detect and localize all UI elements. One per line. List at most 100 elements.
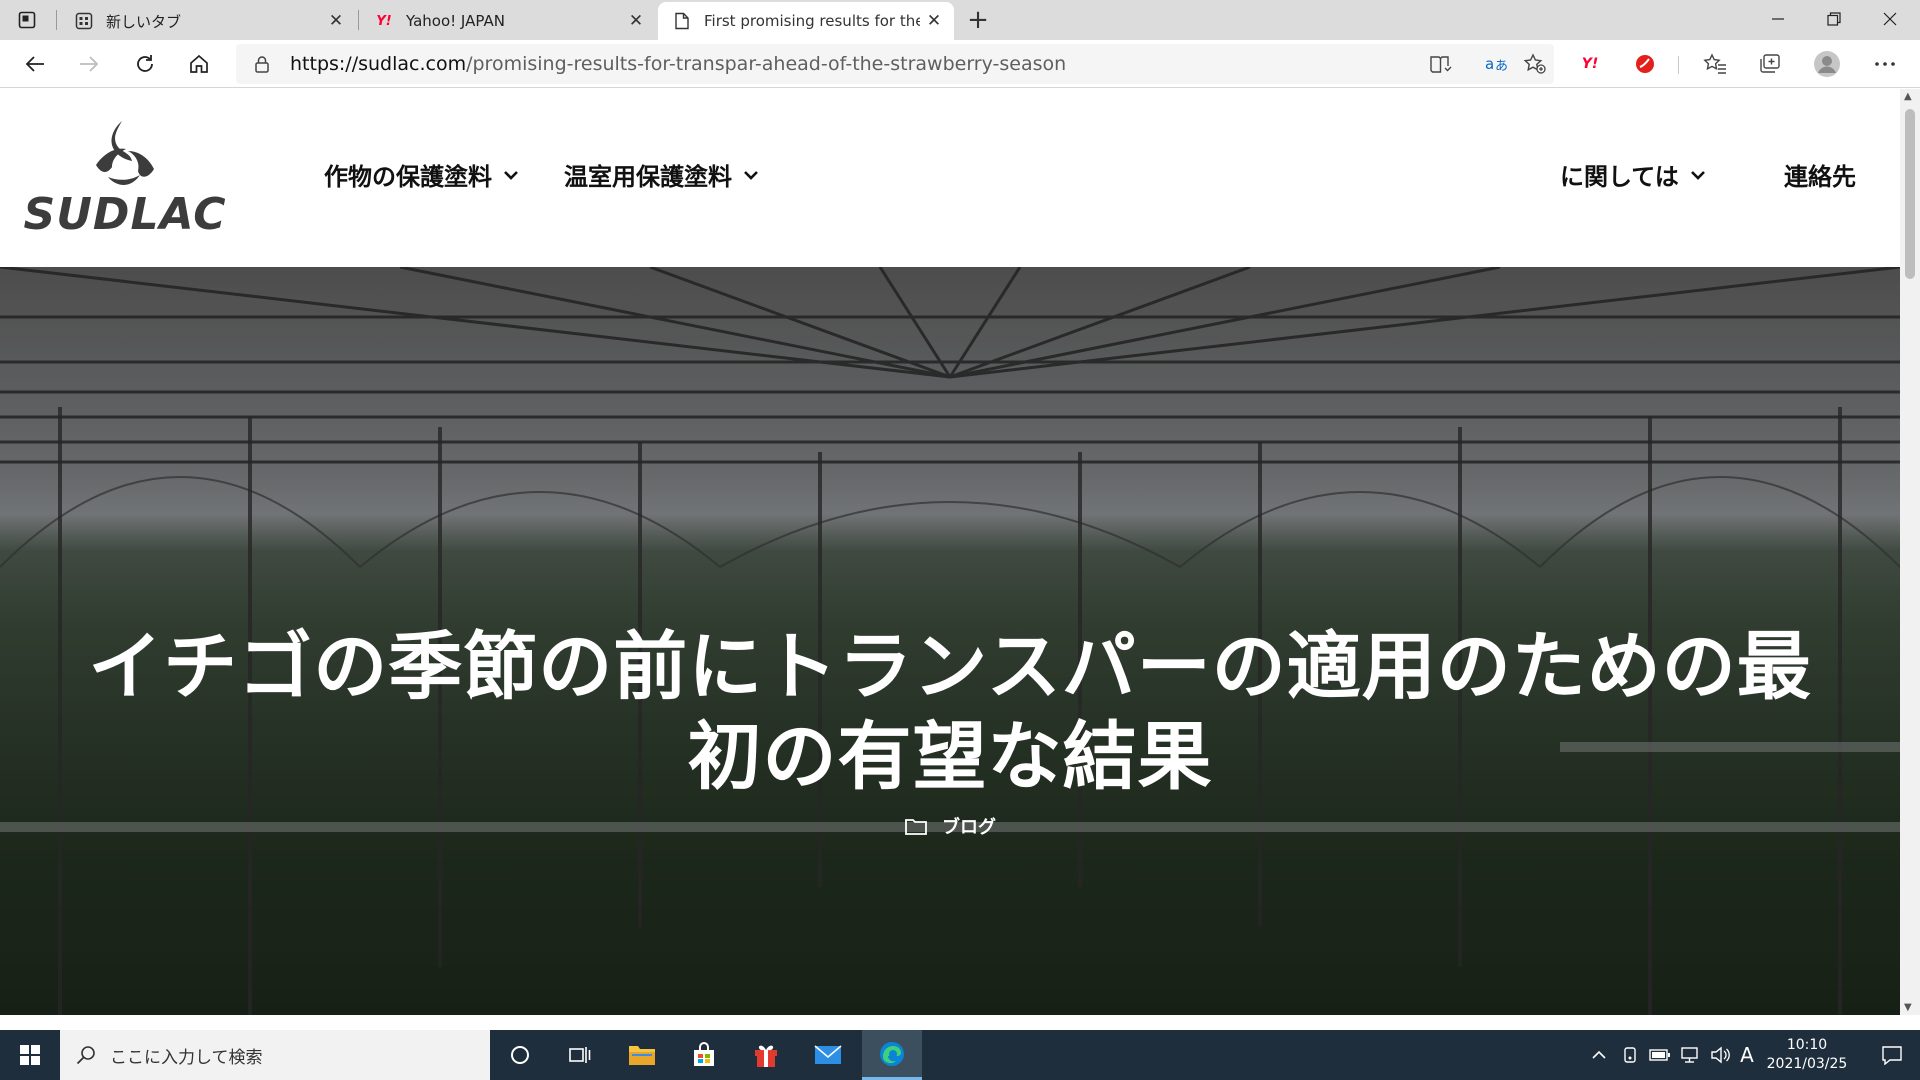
action-center-button[interactable] [1864,1030,1920,1080]
new-tab-button[interactable]: + [964,5,992,35]
translate-icon: aあ [1485,55,1508,74]
task-view-icon [569,1047,591,1063]
yahoo-extension-button[interactable]: Y! [1575,50,1605,78]
translate-button[interactable]: aあ [1482,50,1512,78]
chevron-down-icon [742,166,760,184]
restore-button[interactable] [1806,0,1862,38]
scroll-down-arrow-icon[interactable]: ▼ [1904,1002,1912,1013]
cortana-button[interactable] [490,1030,550,1080]
svg-text:あ: あ [1495,59,1508,74]
usb-device-icon [1624,1047,1636,1063]
gift-icon [755,1045,777,1067]
tab-separator [358,10,359,30]
tab-strip: 新しいタブ ✕ Y! Yahoo! JAPAN ✕ First promisin… [0,0,1920,40]
article-title: イチゴの季節の前にトランスパーの適用のための最 初の有望な結果 [30,622,1870,802]
taskbar-clock[interactable]: 10:10 2021/03/25 [1752,1036,1862,1074]
tab-close-button[interactable]: ✕ [920,7,948,35]
task-view-button[interactable] [550,1030,610,1080]
toolbar-divider [1678,56,1679,74]
profile-button[interactable] [1812,50,1842,78]
new-tab-page-icon [74,11,94,31]
taskbar-search-box[interactable]: ここに入力して検索 [60,1030,490,1080]
refresh-button[interactable] [128,48,162,80]
chevron-down-icon [502,166,520,184]
clock-date: 2021/03/25 [1766,1056,1848,1072]
hero-banner: イチゴの季節の前にトランスパーの適用のための最 初の有望な結果 ブログ [0,267,1900,1015]
scrollbar-thumb[interactable] [1905,109,1915,279]
gift-app-button[interactable] [736,1030,796,1080]
article-category: ブログ [0,813,1900,839]
scroll-up-arrow-icon[interactable]: ▲ [1904,91,1912,102]
battery-status-button[interactable] [1646,1030,1674,1080]
store-bag-icon [694,1042,714,1066]
settings-menu-button[interactable] [1870,50,1900,78]
nav-greenhouse-coatings[interactable]: 温室用保護塗料 [564,157,760,192]
page-scrollbar[interactable]: ▲ ▼ [1900,89,1920,1015]
start-button[interactable] [0,1030,60,1080]
volume-button[interactable] [1706,1030,1734,1080]
home-icon [190,54,208,73]
back-button[interactable] [18,48,52,80]
immersive-reader-button[interactable] [1426,50,1456,78]
forward-button[interactable] [72,48,106,80]
site-header: SUDLAC 作物の保護塗料 温室用保護塗料 に関しては 連絡先 [0,89,1900,267]
restore-icon [1827,12,1841,26]
clock-time: 10:10 [1786,1037,1828,1053]
browser-toolbar: https://sudlac.com/promising-results-for… [0,40,1920,88]
close-window-button[interactable] [1862,0,1918,38]
sudlac-logo-link[interactable]: SUDLAC [22,119,228,243]
arrow-right-icon [80,56,99,72]
tab-title: First promising results for the ap [704,12,920,30]
nav-about[interactable]: に関しては [1560,157,1707,192]
category-link-blog[interactable]: ブログ [942,813,996,839]
tab-sudlac-article[interactable]: First promising results for the ap ✕ [658,2,954,40]
network-status-button[interactable] [1676,1030,1706,1080]
address-bar[interactable]: https://sudlac.com/promising-results-for… [236,44,1554,84]
page-icon [672,11,692,31]
minimize-button[interactable] [1750,0,1806,38]
add-favorite-button[interactable] [1520,50,1550,78]
chevron-up-icon [1592,1050,1606,1059]
extension-icon [1636,55,1654,73]
favorites-icon [1703,53,1726,74]
tab-yahoo[interactable]: Y! Yahoo! JAPAN ✕ [360,2,656,40]
tray-device-button[interactable] [1616,1030,1644,1080]
battery-icon [1649,1049,1670,1061]
nav-label: に関しては [1560,163,1679,191]
home-button[interactable] [182,48,216,80]
tab-close-button[interactable]: ✕ [322,7,350,35]
tab-title: Yahoo! JAPAN [406,12,505,30]
folder-icon [904,816,928,836]
edge-browser-button[interactable] [862,1030,922,1080]
tab-close-button[interactable]: ✕ [622,7,650,35]
favorites-button[interactable] [1700,50,1730,78]
arrow-left-icon [25,56,44,72]
lock-icon[interactable] [252,54,272,74]
edge-icon [880,1041,904,1066]
nav-contact[interactable]: 連絡先 [1784,157,1856,192]
tab-actions-menu-button[interactable] [14,8,40,32]
tab-title: 新しいタブ [106,12,182,31]
url-text[interactable]: https://sudlac.com/promising-results-for… [290,53,1066,75]
microsoft-store-button[interactable] [674,1030,734,1080]
avatar-icon [1814,51,1840,77]
nav-crop-coatings[interactable]: 作物の保護塗料 [324,157,520,192]
nav-label: 温室用保護塗料 [564,163,732,191]
collections-button[interactable] [1755,50,1785,78]
star-add-icon [1523,53,1546,74]
url-domain: https://sudlac.com [290,53,467,75]
nav-label: 連絡先 [1784,163,1856,191]
tab-new-tab[interactable]: 新しいタブ ✕ [60,2,356,40]
network-icon [1681,1047,1698,1063]
show-hidden-icons-button[interactable] [1584,1030,1614,1080]
mail-app-button[interactable] [798,1030,858,1080]
windows-logo-icon [20,1045,40,1065]
web-page: SUDLAC 作物の保護塗料 温室用保護塗料 に関しては 連絡先 イチゴの季節の… [0,89,1900,1015]
refresh-icon [137,55,153,72]
collections-icon [1760,54,1780,73]
nav-label: 作物の保護塗料 [324,163,492,191]
article-title-line: イチゴの季節の前にトランスパーの適用のための最 [88,624,1812,710]
tab-separator [56,10,57,30]
file-explorer-button[interactable] [612,1030,672,1080]
red-extension-button[interactable] [1630,50,1660,78]
